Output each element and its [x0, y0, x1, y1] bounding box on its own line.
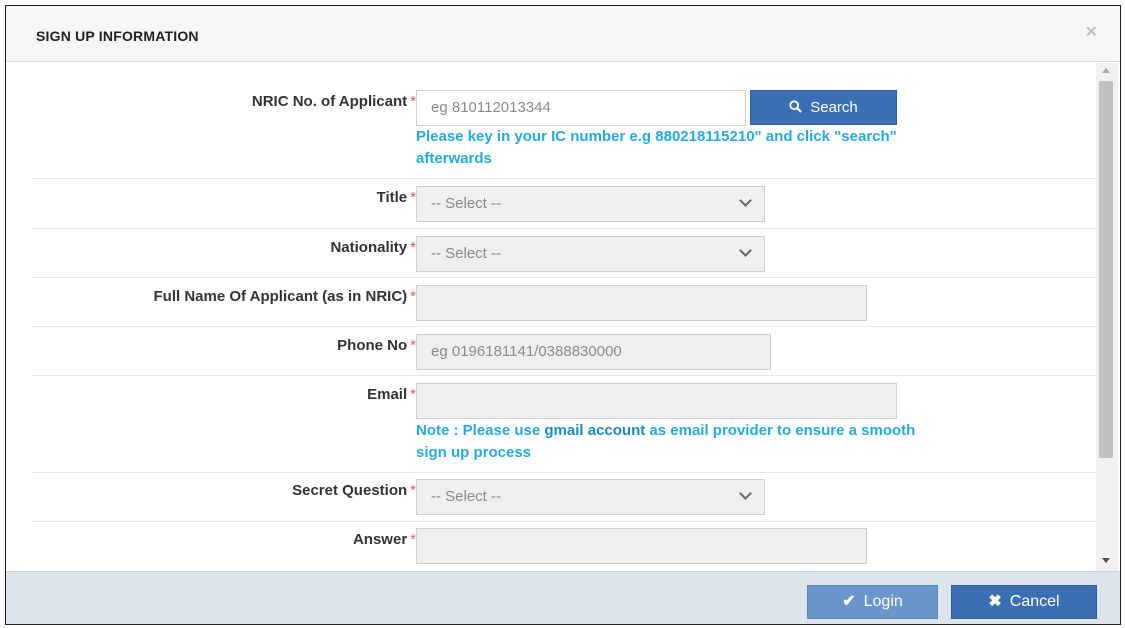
- title-label: Title *: [376, 189, 416, 206]
- close-icon[interactable]: ✕: [1085, 22, 1098, 42]
- scroll-up-arrow-icon[interactable]: [1102, 68, 1110, 73]
- scrollbar[interactable]: [1096, 63, 1118, 571]
- chevron-down-icon: [739, 194, 752, 207]
- phone-label: Phone No *: [337, 337, 416, 354]
- search-icon: [789, 91, 802, 124]
- login-button-label: Login: [863, 593, 903, 610]
- nationality-select[interactable]: -- Select --: [416, 236, 765, 272]
- cancel-button-label: Cancel: [1009, 593, 1060, 610]
- dialog-body: NRIC No. of Applicant * eg 810112013344 S…: [6, 63, 1096, 571]
- chevron-down-icon: [739, 487, 752, 500]
- nationality-label: Nationality *: [330, 239, 416, 256]
- dialog-header: SIGN UP INFORMATION ✕: [6, 6, 1120, 62]
- email-note: Note : Please use gmail account as email…: [416, 422, 916, 461]
- search-button-label: Search: [810, 99, 858, 116]
- answer-input[interactable]: [416, 528, 867, 564]
- secret-question-row: Secret Question * -- Select --: [32, 472, 1096, 522]
- dialog-footer: ✔ Login ✖ Cancel: [6, 571, 1120, 624]
- checkmark-icon: ✔: [842, 593, 856, 610]
- nric-label: NRIC No. of Applicant *: [251, 93, 416, 110]
- full-name-row: Full Name Of Applicant (as in NRIC) *: [32, 277, 1096, 327]
- email-input[interactable]: [416, 383, 897, 419]
- cancel-button[interactable]: ✖ Cancel: [951, 585, 1097, 619]
- phone-input[interactable]: eg 0196181141/0388830000: [416, 334, 771, 370]
- search-button[interactable]: Search: [750, 90, 897, 125]
- scrollbar-thumb[interactable]: [1099, 81, 1113, 458]
- nationality-row: Nationality * -- Select --: [32, 228, 1096, 278]
- secret-question-label: Secret Question *: [292, 482, 416, 499]
- full-name-label: Full Name Of Applicant (as in NRIC) *: [153, 288, 416, 305]
- scroll-down-arrow-icon[interactable]: [1102, 558, 1110, 563]
- full-name-input[interactable]: [416, 285, 867, 321]
- sign-up-dialog: SIGN UP INFORMATION ✕ NRIC No. of Applic…: [5, 5, 1121, 625]
- answer-label: Answer *: [352, 531, 416, 548]
- secret-question-select[interactable]: -- Select --: [416, 479, 765, 515]
- x-icon: ✖: [988, 593, 1002, 610]
- nric-help-text: Please key in your IC number e.g 8802181…: [416, 128, 897, 167]
- nric-row: NRIC No. of Applicant * eg 810112013344 S…: [32, 63, 1096, 179]
- title-row: Title * -- Select --: [32, 178, 1096, 229]
- nric-input[interactable]: eg 810112013344: [416, 90, 746, 126]
- email-label: Email *: [367, 386, 416, 403]
- email-row: Email * Note : Please use gmail account a…: [32, 375, 1096, 473]
- phone-row: Phone No * eg 0196181141/0388830000: [32, 326, 1096, 376]
- dialog-title: SIGN UP INFORMATION: [36, 28, 199, 44]
- chevron-down-icon: [739, 244, 752, 257]
- answer-row: Answer *: [32, 521, 1096, 571]
- title-select[interactable]: -- Select --: [416, 186, 765, 222]
- login-button[interactable]: ✔ Login: [807, 585, 938, 619]
